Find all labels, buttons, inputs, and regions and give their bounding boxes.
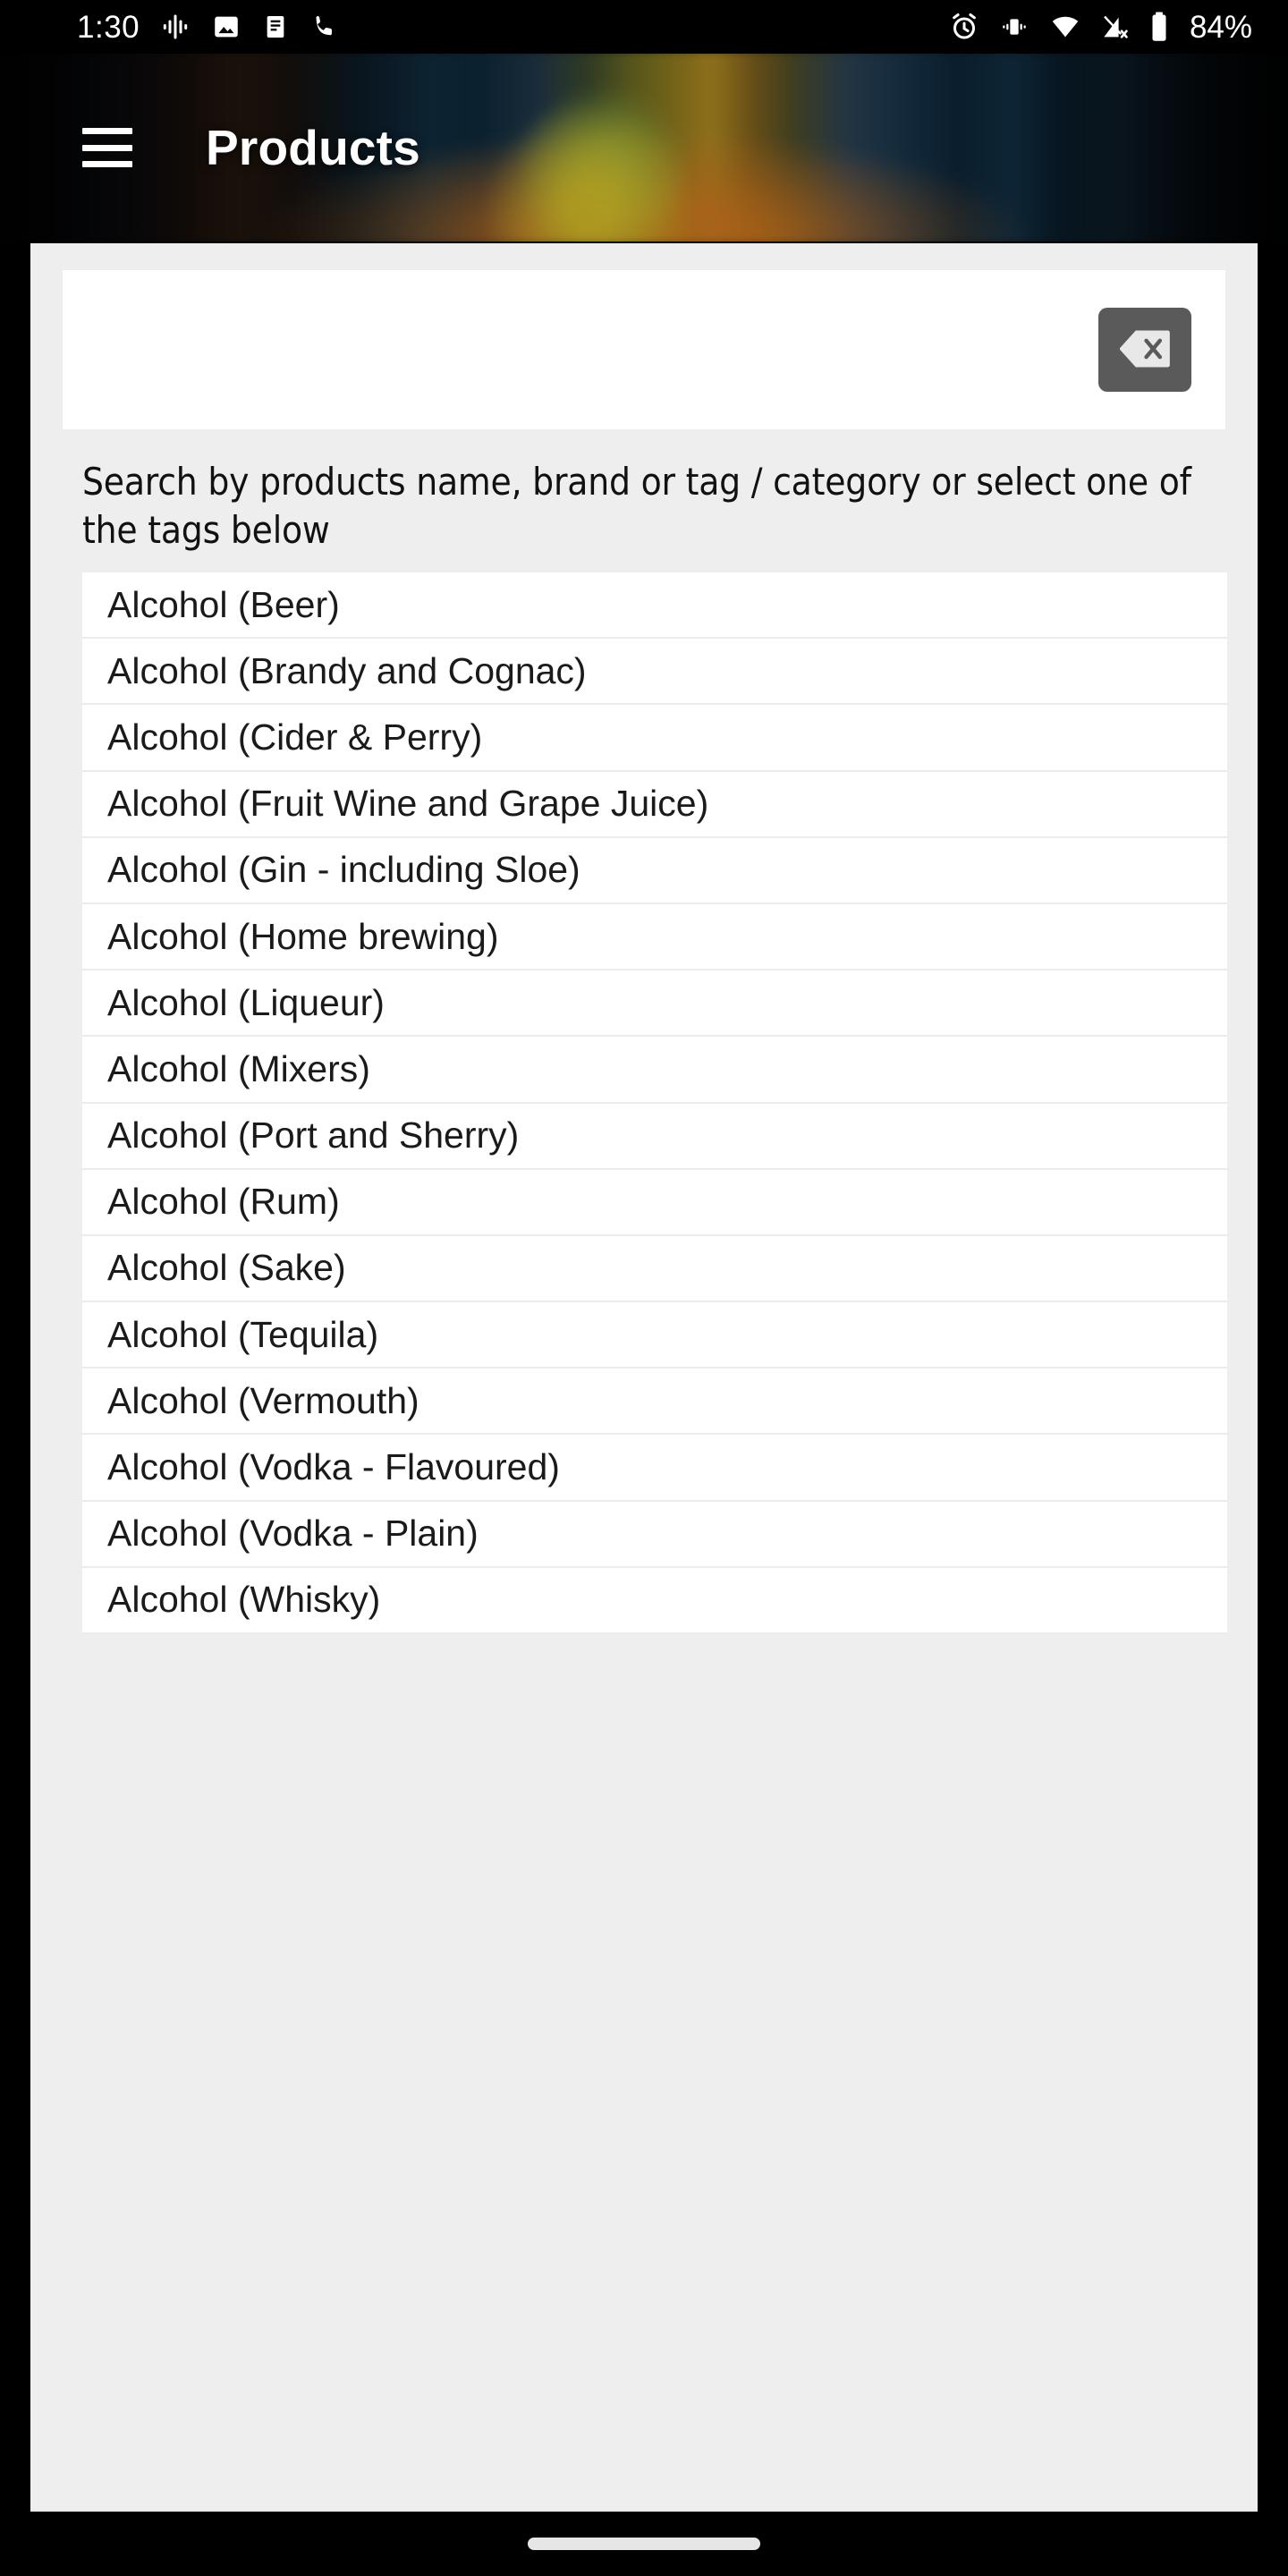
list-item-label: Alcohol (Fruit Wine and Grape Juice) [107, 783, 709, 825]
search-hint-text: Search by products name, brand or tag / … [82, 460, 1191, 552]
app-bar: Products [0, 54, 1288, 242]
clear-search-button[interactable] [1098, 308, 1191, 392]
status-bar: 1:30 84% [0, 0, 1288, 54]
battery-icon [1148, 11, 1170, 43]
list-item-label: Alcohol (Sake) [107, 1247, 346, 1289]
document-icon [261, 12, 290, 42]
list-item-label: Alcohol (Beer) [107, 583, 340, 625]
list-item-label: Alcohol (Liqueur) [107, 981, 385, 1023]
list-item-label: Alcohol (Vodka - Plain) [107, 1513, 479, 1555]
list-item[interactable]: Alcohol (Fruit Wine and Grape Juice) [82, 771, 1227, 838]
list-item[interactable]: Alcohol (Rum) [82, 1169, 1227, 1236]
search-input[interactable] [63, 270, 1098, 429]
list-item-label: Alcohol (Brandy and Cognac) [107, 649, 587, 691]
content-panel: Search by products name, brand or tag / … [30, 243, 1258, 2512]
list-item[interactable]: Alcohol (Brandy and Cognac) [82, 639, 1227, 706]
list-item-label: Alcohol (Whisky) [107, 1579, 381, 1621]
assistant-dots-icon [159, 11, 191, 43]
list-item[interactable]: Alcohol (Liqueur) [82, 970, 1227, 1038]
list-item-label: Alcohol (Mixers) [107, 1047, 370, 1089]
image-icon [211, 12, 242, 42]
alarm-icon [948, 11, 980, 43]
list-item[interactable]: Alcohol (Mixers) [82, 1037, 1227, 1104]
list-item[interactable]: Alcohol (Vermouth) [82, 1368, 1227, 1436]
list-item[interactable]: Alcohol (Sake) [82, 1235, 1227, 1303]
tag-list[interactable]: Alcohol (Beer) Alcohol (Brandy and Cognac… [82, 572, 1227, 2504]
battery-percent-label: 84% [1189, 9, 1252, 45]
list-item[interactable]: Alcohol (Home brewing) [82, 903, 1227, 971]
list-item[interactable]: Alcohol (Vodka - Plain) [82, 1501, 1227, 1568]
list-item-label: Alcohol (Cider & Perry) [107, 716, 483, 758]
wifi-icon [1048, 13, 1082, 41]
status-bar-clock: 1:30 [77, 9, 140, 45]
vibrate-icon [998, 13, 1030, 41]
gesture-home-pill[interactable] [528, 2538, 760, 2550]
list-item[interactable]: Alcohol (Cider & Perry) [82, 705, 1227, 772]
status-bar-right: 84% [948, 11, 1252, 43]
phone-call-icon [309, 12, 340, 42]
list-item[interactable]: Alcohol (Gin - including Sloe) [82, 837, 1227, 904]
search-bar [63, 270, 1225, 429]
list-item-label: Alcohol (Port and Sherry) [107, 1114, 520, 1157]
list-item-label: Alcohol (Gin - including Sloe) [107, 849, 580, 891]
status-bar-left: 1:30 [77, 11, 340, 43]
list-item-label: Alcohol (Vermouth) [107, 1379, 419, 1421]
system-navigation-bar [0, 2512, 1288, 2576]
list-item-label: Alcohol (Rum) [107, 1181, 340, 1223]
list-item[interactable]: Alcohol (Tequila) [82, 1302, 1227, 1369]
list-item[interactable]: Alcohol (Vodka - Flavoured) [82, 1435, 1227, 1502]
list-item-label: Alcohol (Vodka - Flavoured) [107, 1446, 560, 1488]
list-item[interactable]: Alcohol (Port and Sherry) [82, 1103, 1227, 1170]
page-title: Products [206, 120, 420, 175]
backspace-delete-icon [1117, 328, 1173, 372]
list-item[interactable]: Alcohol (Whisky) [82, 1567, 1227, 1634]
list-item[interactable]: Alcohol (Beer) [82, 572, 1227, 640]
list-item-label: Alcohol (Home brewing) [107, 915, 499, 957]
hamburger-menu-icon[interactable] [82, 128, 132, 167]
mobile-signal-off-icon [1100, 13, 1131, 41]
list-item-label: Alcohol (Tequila) [107, 1313, 379, 1355]
